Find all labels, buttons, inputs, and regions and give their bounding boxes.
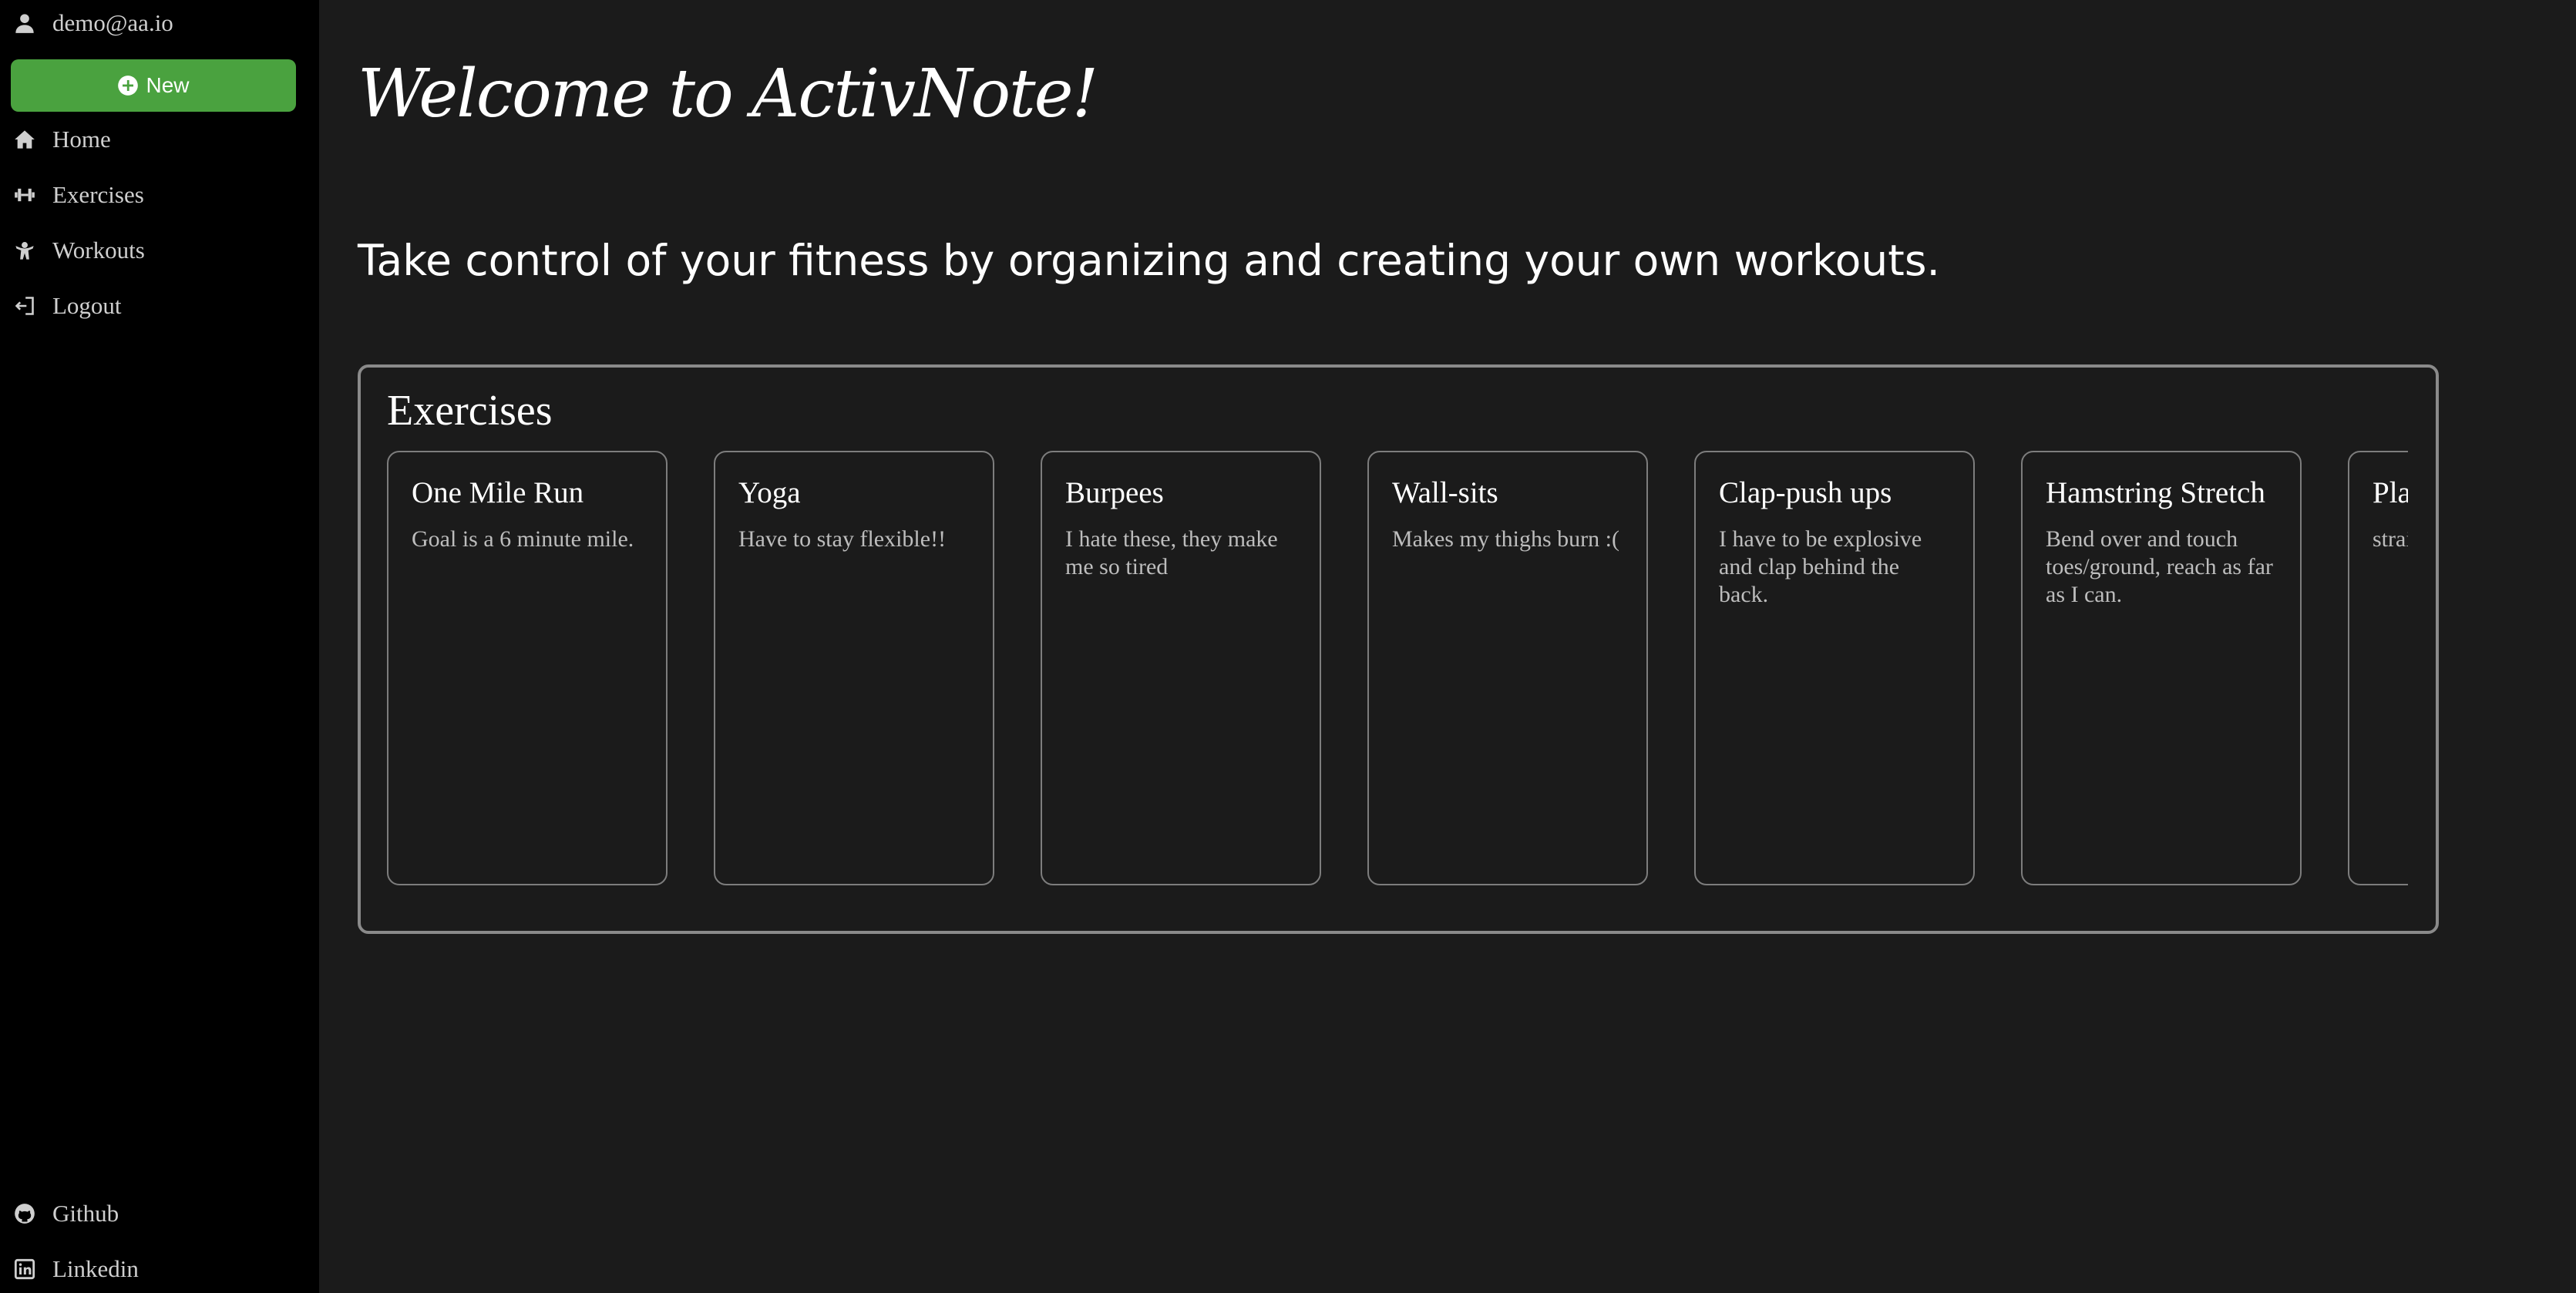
nav-item-workouts-label: Workouts [52,237,145,264]
exercise-card[interactable]: Hamstring Stretch Bend over and touch to… [2021,451,2302,885]
home-icon [12,127,37,152]
nav-item-exercises-label: Exercises [52,181,144,208]
page-subtitle: Take control of your fitness by organizi… [358,236,1940,285]
exercise-cards-scroller[interactable]: One Mile Run Goal is a 6 minute mile. Yo… [387,451,2408,887]
user-icon [12,11,37,35]
new-button[interactable]: New [11,59,296,112]
exercise-card[interactable]: Plank straigh [2348,451,2408,885]
exercise-card-description: I have to be explosive and clap behind t… [1719,526,1922,607]
footer-link-linkedin[interactable]: Linkedin [12,1249,139,1289]
nav-item-logout-label: Logout [52,292,122,319]
exercise-card[interactable]: Yoga Have to stay flexible!! [714,451,994,885]
page-title: Welcome to ActivNote! [358,55,1098,133]
nav-item-exercises[interactable]: Exercises [12,175,144,215]
new-button-label: New [146,73,190,97]
exercise-card-title: Wall-sits [1392,476,1498,509]
linkedin-icon [12,1257,37,1281]
exercise-card-title: Burpees [1065,476,1164,509]
sidebar: demo@aa.io New Home Exercises Workouts L… [0,0,319,1293]
exercise-card-title: Hamstring Stretch [2046,476,2265,509]
user-email: demo@aa.io [52,9,173,36]
exercise-card[interactable]: Wall-sits Makes my thighs burn :( [1367,451,1648,885]
exercise-card-title: One Mile Run [412,476,584,509]
exercise-card-description: I hate these, they make me so tired [1065,526,1278,579]
footer-link-linkedin-label: Linkedin [52,1255,139,1282]
footer-link-github-label: Github [52,1200,119,1227]
footer-link-github[interactable]: Github [12,1194,119,1234]
exercise-card[interactable]: One Mile Run Goal is a 6 minute mile. [387,451,668,885]
exercises-heading: Exercises [387,387,553,435]
exercise-card[interactable]: Clap-push ups I have to be explosive and… [1694,451,1975,885]
github-icon [12,1201,37,1226]
nav-item-home-label: Home [52,126,111,153]
workout-icon [12,238,37,263]
exercise-cards-row: One Mile Run Goal is a 6 minute mile. Yo… [387,451,2408,885]
exercise-card-description: Makes my thighs burn :( [1392,526,1619,552]
user-account[interactable]: demo@aa.io [12,3,173,43]
exercise-card-description: Goal is a 6 minute mile. [412,526,634,552]
exercise-card-description: Have to stay flexible!! [738,526,947,552]
nav-item-workouts[interactable]: Workouts [12,230,145,270]
exercise-card-title: Plank [2373,476,2408,509]
plus-circle-icon [117,75,139,96]
exercise-card-description: Bend over and touch toes/ground, reach a… [2046,526,2273,607]
exercise-card-title: Yoga [738,476,801,509]
exercise-card-title: Clap-push ups [1719,476,1892,509]
nav-item-home[interactable]: Home [12,119,111,160]
exercise-card[interactable]: Burpees I hate these, they make me so ti… [1041,451,1321,885]
nav-item-logout[interactable]: Logout [12,286,122,326]
dumbbell-icon [12,183,37,207]
logout-icon [12,294,37,318]
exercise-card-description: straigh [2373,526,2408,552]
exercises-panel: Exercises One Mile Run Goal is a 6 minut… [358,364,2439,934]
